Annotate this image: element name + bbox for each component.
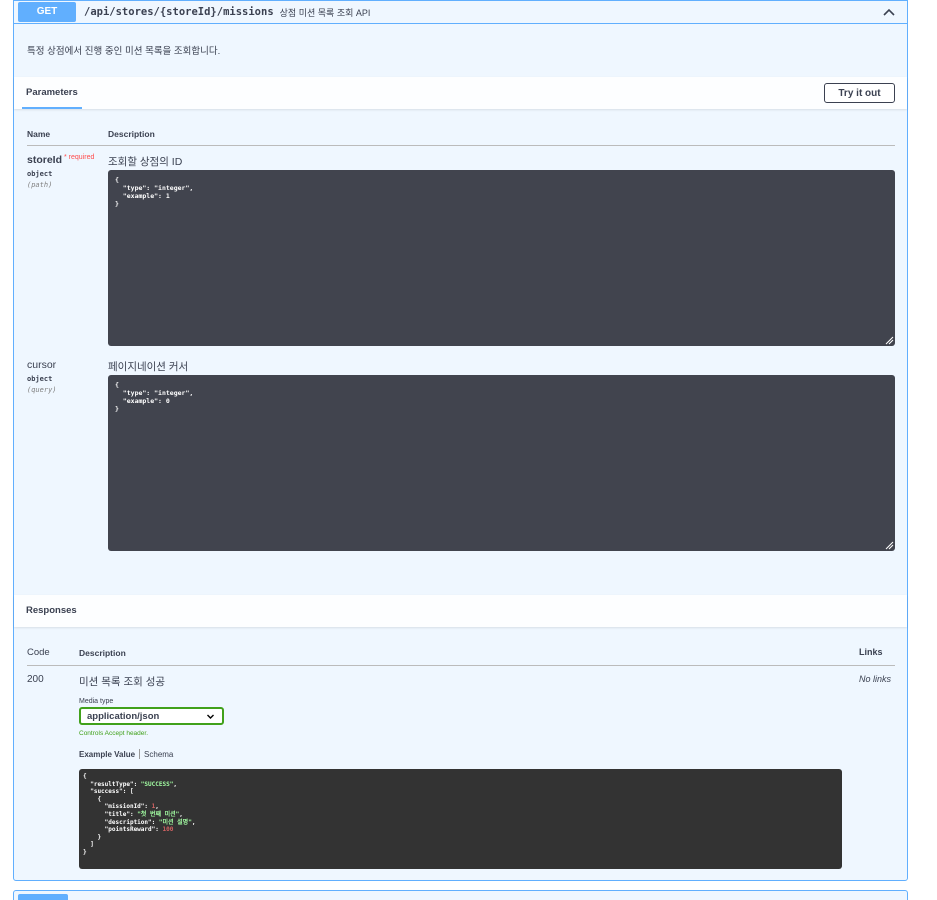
next-operation-block[interactable]: [13, 890, 908, 900]
schema-line: {: [115, 381, 119, 389]
method-badge: GET: [18, 2, 76, 22]
response-code: 200: [27, 674, 44, 685]
param-location: (path): [27, 181, 53, 189]
tab-example-value[interactable]: Example Value: [79, 750, 135, 759]
operation-description: 특정 상점에서 진행 중인 미션 목록을 조회합니다.: [27, 46, 221, 57]
tab-divider: [139, 749, 141, 759]
operation-summary-text: 상점 미션 목록 조회 API: [279, 7, 371, 18]
method-badge: [18, 894, 68, 900]
collapse-button[interactable]: [881, 4, 897, 20]
media-type-value: application/json: [87, 710, 160, 722]
json-result-type: SUCCESS: [144, 780, 170, 788]
json-description: 미션 설명: [162, 818, 189, 826]
col-header-code: Code: [27, 647, 50, 658]
responses-title: Responses: [26, 605, 77, 616]
schema-line: "type": "integer",: [115, 184, 194, 192]
col-header-description: Description: [108, 129, 155, 139]
media-type-label: Media type: [79, 698, 114, 705]
operation-block: GET /api/stores/{storeId}/missions 상점 미션…: [13, 0, 908, 881]
example-value-code: { "resultType": "SUCCESS", "success": [ …: [79, 769, 842, 869]
schema-line: {: [115, 176, 119, 184]
json-title: 첫 번째 미션: [140, 810, 176, 818]
col-header-name: Name: [27, 129, 51, 139]
json-points-reward: 100: [162, 826, 174, 834]
param-location: (query): [27, 386, 57, 394]
schema-line: }: [115, 405, 119, 413]
resize-handle-icon[interactable]: [885, 336, 894, 345]
col-header-links: Links: [859, 647, 883, 657]
try-it-out-button[interactable]: Try it out: [824, 83, 895, 103]
schema-line: "example": 0: [115, 397, 170, 405]
schema-line: "type": "integer",: [115, 389, 194, 397]
param-schema-textarea[interactable]: { "type": "integer", "example": 0}: [108, 375, 895, 551]
schema-line: "example": 1: [115, 192, 170, 200]
example-tabs: Example Value Schema: [79, 749, 173, 759]
media-type-select[interactable]: application/json: [79, 707, 224, 725]
param-type: object: [27, 170, 53, 178]
col-header-description: Description: [79, 648, 126, 658]
param-type: object: [27, 375, 53, 383]
chevron-down-icon: [207, 714, 214, 719]
schema-line: }: [115, 200, 119, 208]
response-links: No links: [859, 674, 892, 684]
response-description: 미션 목록 조회 성공: [79, 676, 166, 688]
param-name-cursor: cursor: [27, 359, 57, 371]
tab-parameters[interactable]: Parameters: [22, 77, 82, 109]
responses-header: Responses: [14, 595, 907, 627]
params-header-rule: [27, 145, 895, 146]
required-marker: * required: [64, 154, 95, 161]
param-description: 페이지네이션 커서: [108, 361, 189, 373]
operation-summary[interactable]: GET /api/stores/{storeId}/missions 상점 미션…: [14, 1, 907, 24]
resize-handle-icon[interactable]: [885, 541, 894, 550]
operation-path: /api/stores/{storeId}/missions: [84, 6, 274, 18]
parameters-header: Parameters Try it out: [14, 77, 907, 109]
param-name-storeid: storeId * required: [27, 154, 95, 166]
param-schema-textarea[interactable]: { "type": "integer", "example": 1}: [108, 170, 895, 346]
json-mission-id: 1: [151, 803, 156, 811]
responses-header-rule: [27, 665, 895, 666]
controls-accept-note: Controls Accept header.: [79, 730, 149, 737]
param-description: 조회할 상점의 ID: [108, 156, 183, 168]
chevron-up-icon: [883, 8, 895, 16]
tab-schema[interactable]: Schema: [144, 750, 173, 759]
